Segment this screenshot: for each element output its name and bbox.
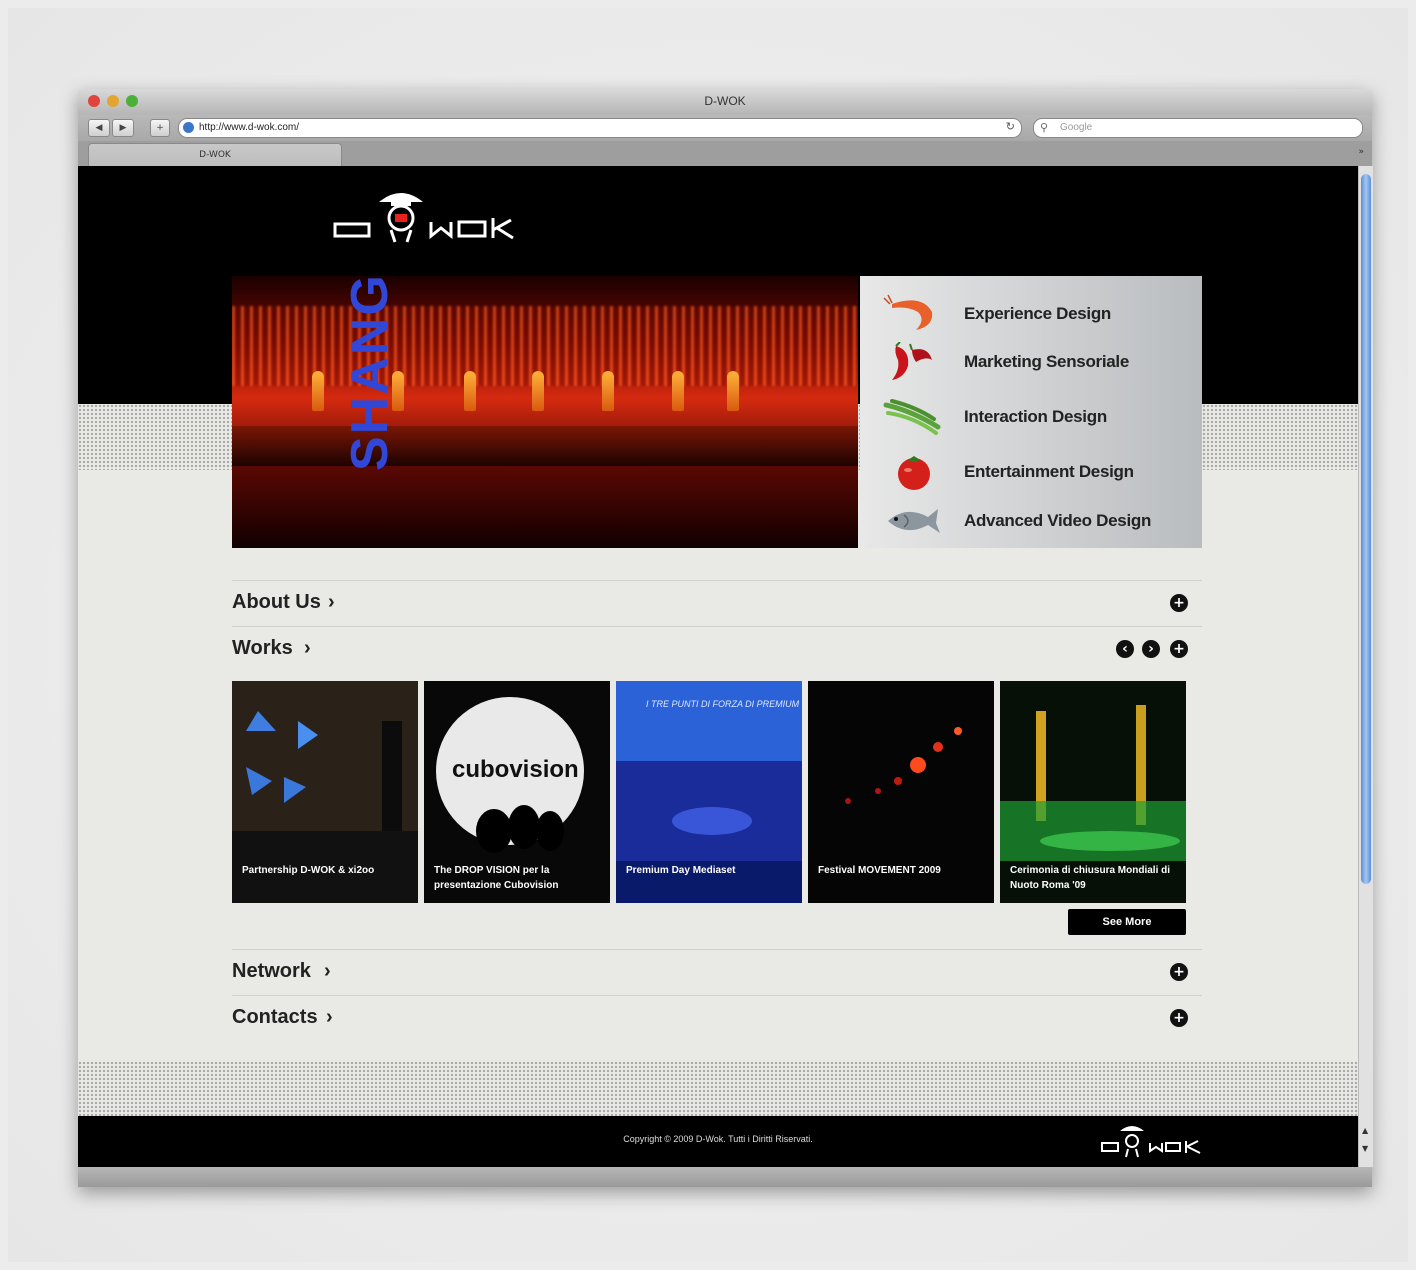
back-arrow-icon: ◀	[95, 123, 103, 133]
slide-figure	[672, 371, 684, 411]
expand-about-icon[interactable]: +	[1170, 594, 1188, 612]
slide-stage	[232, 426, 858, 466]
slide-figure	[464, 371, 476, 411]
chevron-right-icon: ›	[328, 591, 335, 613]
service-entertainment-design[interactable]: Entertainment Design	[860, 452, 1202, 492]
works-prev-icon[interactable]: ‹	[1116, 640, 1134, 658]
works-heading: Works	[232, 637, 293, 659]
work-thumb-1[interactable]: Partnership D-WOK & xi2oo	[232, 681, 418, 903]
expand-network-icon[interactable]: +	[1170, 963, 1188, 981]
slide-figure	[312, 371, 324, 411]
forward-arrow-icon: ▶	[119, 123, 127, 133]
hero-slideshow[interactable]: SHANG	[232, 276, 858, 548]
scrollbar-thumb[interactable]	[1361, 174, 1371, 884]
chevron-right-icon: ›	[326, 1006, 333, 1028]
work-caption: Premium Day Mediaset	[626, 865, 736, 876]
service-advanced-video-design[interactable]: Advanced Video Design	[860, 501, 1202, 541]
works-gallery: Partnership D-WOK & xi2oo cubovision The…	[232, 681, 1192, 903]
slide-image	[232, 306, 858, 386]
chevron-right-icon: ›	[324, 960, 331, 982]
work-caption: Partnership D-WOK & xi2oo	[242, 865, 375, 876]
tab-bar: D-WOK »	[78, 141, 1372, 167]
slide-figure	[532, 371, 544, 411]
slide-title: SHANG	[341, 276, 399, 471]
add-bookmark-button[interactable]: +	[150, 119, 170, 137]
about-us-heading: About Us	[232, 591, 321, 613]
slide-figure	[602, 371, 614, 411]
search-icon: ⚲	[1040, 121, 1049, 134]
window-bottom-bar	[78, 1167, 1372, 1187]
back-button[interactable]: ◀	[88, 119, 110, 137]
web-page: SHANG Experience Design Marketing Sensor…	[78, 166, 1358, 1167]
scroll-up-icon[interactable]: ▲	[1362, 1126, 1368, 1135]
fish-icon	[888, 509, 940, 533]
service-label: Entertainment Design	[964, 462, 1134, 481]
expand-contacts-icon[interactable]: +	[1170, 1009, 1188, 1027]
section-works[interactable]: Works › ‹ › +	[232, 626, 1202, 673]
page-footer: Copyright © 2009 D-Wok. Tutti i Diritti …	[78, 1116, 1358, 1167]
footer-logo[interactable]	[1098, 1121, 1208, 1165]
halftone-band-bottom	[78, 1061, 1358, 1116]
browser-window: D-WOK ◀ ▶ + http://www.d-wok.com/ ↻ ⚲ Go…	[78, 89, 1373, 1187]
contacts-heading: Contacts	[232, 1006, 318, 1028]
search-field[interactable]: ⚲ Google	[1033, 118, 1363, 138]
section-network[interactable]: Network › +	[232, 949, 1202, 996]
reload-icon[interactable]: ↻	[1006, 120, 1015, 133]
services-menu: Experience Design Marketing Sensoriale I…	[860, 276, 1202, 548]
service-label: Experience Design	[964, 304, 1112, 323]
green-beans-icon	[883, 399, 941, 435]
work-thumb-2[interactable]: cubovision The DROP VISION per la presen…	[424, 681, 610, 903]
address-bar[interactable]: http://www.d-wok.com/ ↻	[178, 118, 1022, 138]
site-favicon-icon	[183, 122, 194, 133]
window-title: D-WOK	[704, 94, 746, 108]
search-placeholder: Google	[1060, 122, 1093, 133]
browser-toolbar: ◀ ▶ + http://www.d-wok.com/ ↻ ⚲ Google	[78, 115, 1372, 141]
plus-icon: +	[156, 123, 164, 133]
scroll-down-icon[interactable]: ▼	[1362, 1144, 1368, 1153]
cubo-text: cubovision	[452, 756, 579, 783]
service-label: Interaction Design	[964, 407, 1107, 426]
work-caption: The DROP VISION per la presentazione Cub…	[434, 865, 559, 891]
work-thumb-3[interactable]: I TRE PUNTI DI FORZA DI PREMIUM Premium …	[616, 681, 802, 903]
work-thumb-4[interactable]: Festival MOVEMENT 2009	[808, 681, 994, 903]
tab-label: D-WOK	[199, 150, 231, 160]
service-experience-design[interactable]: Experience Design	[860, 294, 1202, 334]
vertical-scrollbar[interactable]: ▲ ▼	[1358, 166, 1373, 1167]
tab-overflow-icon[interactable]: »	[1358, 147, 1364, 157]
title-bar: D-WOK	[78, 89, 1372, 115]
section-about-us[interactable]: About Us › +	[232, 580, 1202, 627]
expand-works-icon[interactable]: +	[1170, 640, 1188, 658]
network-heading: Network	[232, 960, 311, 982]
work-caption: Festival MOVEMENT 2009	[818, 865, 941, 876]
tomato-icon	[898, 456, 930, 490]
service-label: Marketing Sensoriale	[964, 352, 1130, 371]
d-wok-logo[interactable]	[331, 180, 541, 260]
premium-thumb-title: I TRE PUNTI DI FORZA DI PREMIUM	[646, 699, 800, 709]
section-contacts[interactable]: Contacts › +	[232, 995, 1202, 1042]
work-thumb-5[interactable]: Cerimonia di chiusura Mondiali di Nuoto …	[1000, 681, 1186, 903]
service-label: Advanced Video Design	[964, 511, 1152, 530]
chili-pepper-icon	[892, 342, 932, 380]
forward-button[interactable]: ▶	[112, 119, 134, 137]
slide-figure	[727, 371, 739, 411]
url-text: http://www.d-wok.com/	[199, 122, 300, 133]
works-next-icon[interactable]: ›	[1142, 640, 1160, 658]
tab-d-wok[interactable]: D-WOK	[88, 143, 342, 167]
chevron-right-icon: ›	[304, 637, 311, 659]
see-more-button[interactable]: See More	[1068, 909, 1186, 935]
work-caption: Cerimonia di chiusura Mondiali di Nuoto …	[1010, 865, 1171, 891]
service-marketing-sensoriale[interactable]: Marketing Sensoriale	[860, 342, 1202, 382]
shrimp-icon	[883, 294, 933, 330]
service-interaction-design[interactable]: Interaction Design	[860, 397, 1202, 437]
